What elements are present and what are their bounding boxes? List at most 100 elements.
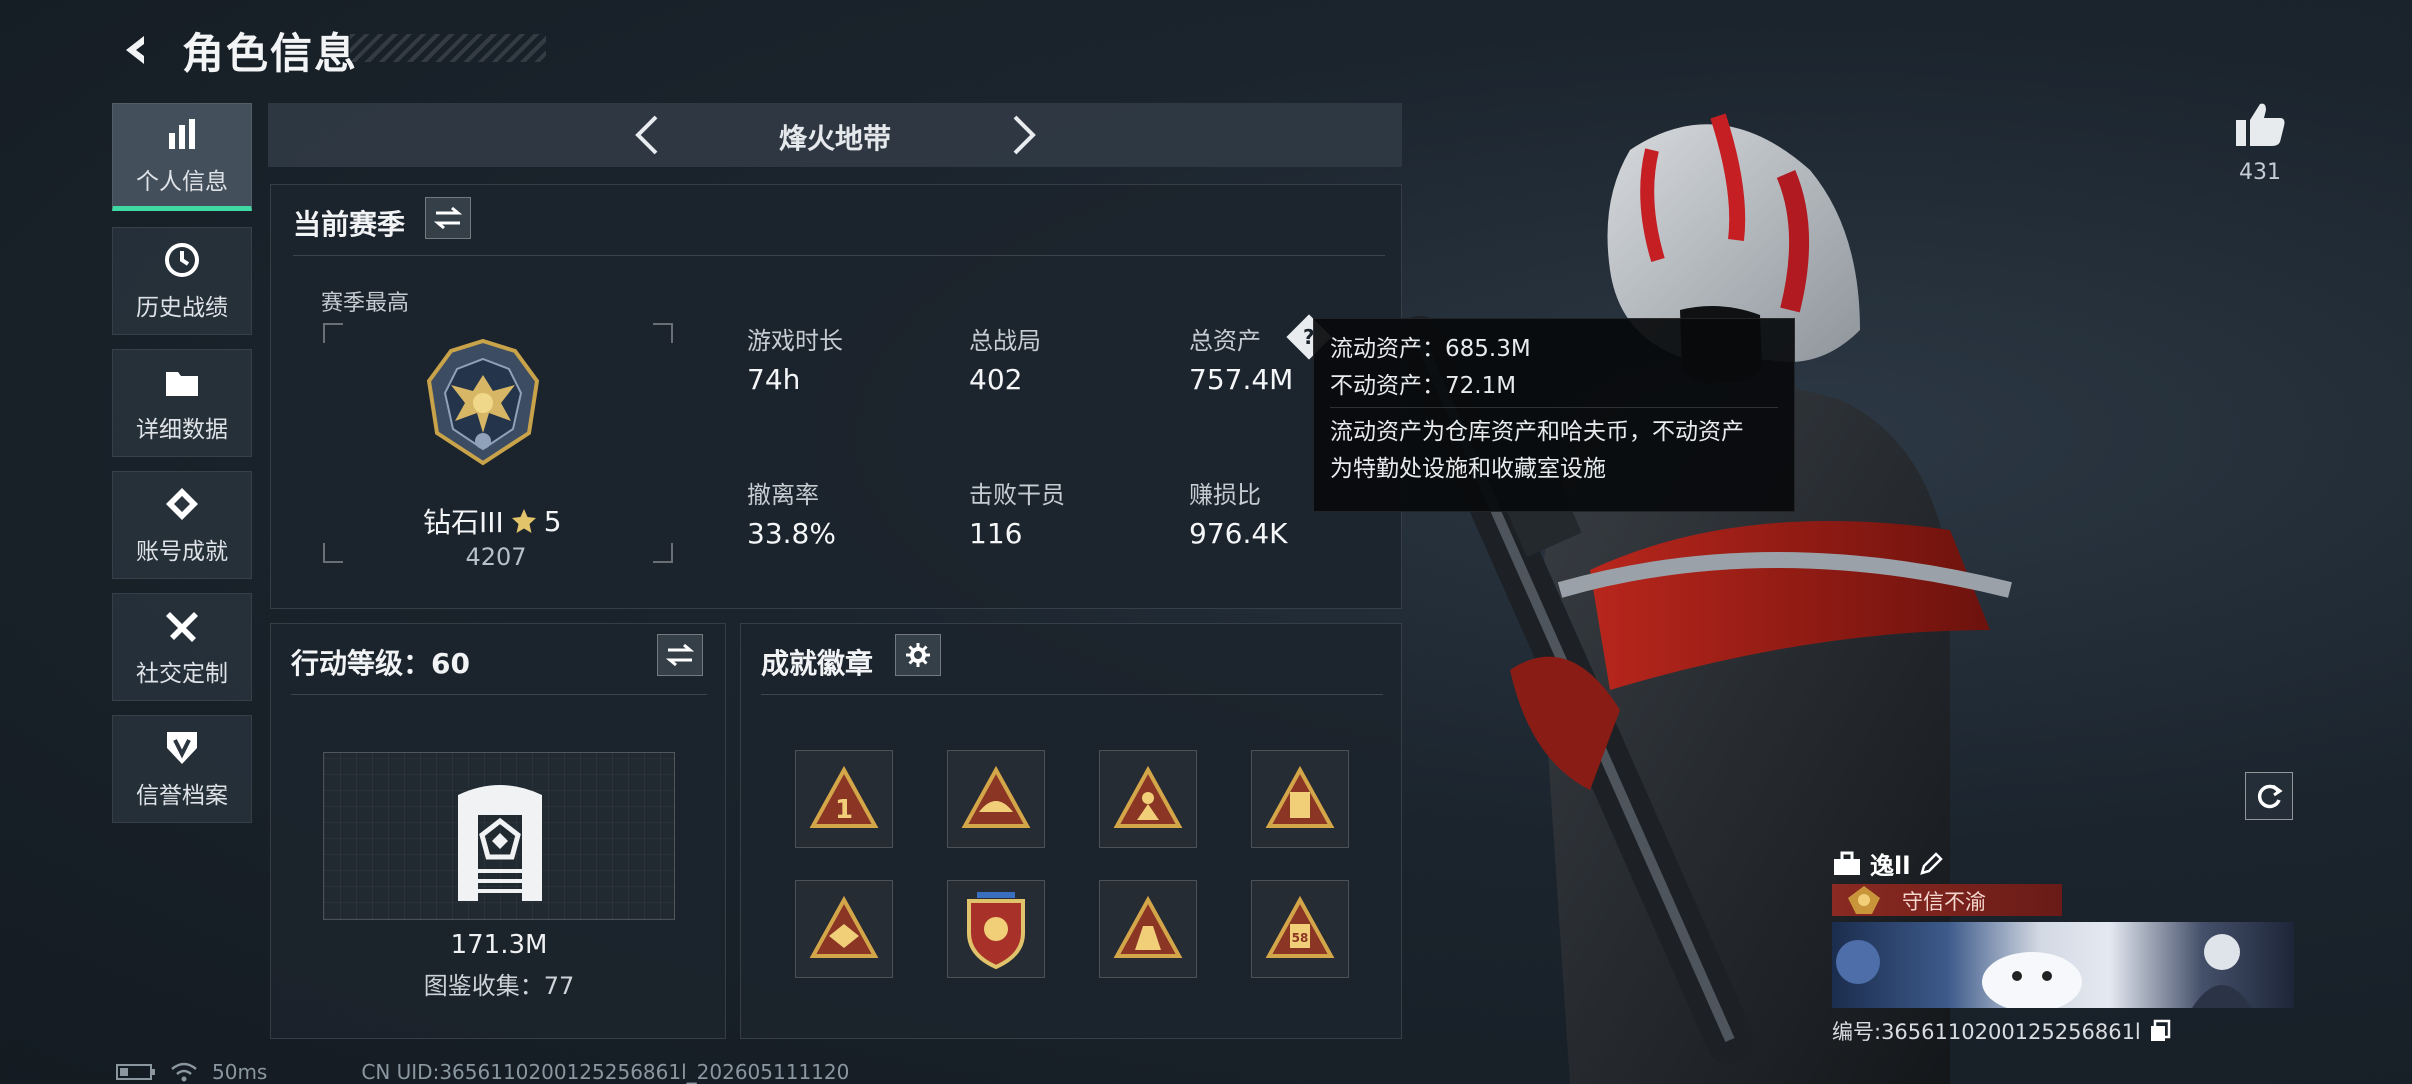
level-switch-button[interactable] <box>657 634 703 676</box>
badge-slot-1[interactable]: 1 <box>795 750 893 848</box>
stat-value-playtime: 74h <box>747 363 801 396</box>
tooltip-desc-line2: 为特勤处设施和收藏室设施 <box>1330 456 1606 482</box>
triangle-badge-icon <box>1265 766 1335 828</box>
player-card[interactable]: 逸ll 守信不渝 编号:3656110200125256861l <box>1832 840 2294 1044</box>
season-title: 当前赛季 <box>293 208 406 241</box>
sidebar-item-label: 详细数据 <box>136 417 228 443</box>
badge-slot-3[interactable] <box>1099 750 1197 848</box>
collection-card[interactable] <box>323 752 675 920</box>
badge-slot-2[interactable] <box>947 750 1045 848</box>
rank-emblem-icon <box>423 337 543 467</box>
triangle-badge-icon <box>961 766 1031 828</box>
briefcase-icon <box>1834 851 1860 875</box>
stat-label-profit-ratio: 赚损比 <box>1189 481 1261 509</box>
status-bar: 50ms CN UID:3656110200125256861l_2026051… <box>116 1060 849 1084</box>
stat-label-assets: 总资产 <box>1189 327 1261 355</box>
back-arrow-icon <box>126 36 144 64</box>
frame-corner <box>323 323 343 343</box>
star-icon <box>511 509 536 533</box>
bar-chart-icon <box>162 114 202 154</box>
shield-icon <box>162 728 202 768</box>
season-best-label: 赛季最高 <box>321 291 410 316</box>
stat-value-extract-rate: 33.8% <box>747 517 836 550</box>
badge-slot-8[interactable]: 58 <box>1251 880 1349 978</box>
triangle-badge-icon <box>809 896 879 958</box>
level-divider <box>291 694 707 695</box>
sidebar-item-label: 信誉档案 <box>136 783 228 809</box>
collection-icon <box>452 775 548 909</box>
back-button[interactable] <box>112 24 164 76</box>
ping-value: 50ms <box>212 1060 268 1084</box>
level-title: 行动等级：60 <box>291 647 470 680</box>
card-name-row: 逸ll <box>1832 846 1944 881</box>
frame-corner <box>653 543 673 563</box>
season-divider <box>293 255 1385 256</box>
sidebar-item-social-custom[interactable]: 社交定制 <box>112 593 252 701</box>
frame-corner <box>653 323 673 343</box>
badge-slot-7[interactable] <box>1099 880 1197 978</box>
card-title: 守信不渝 <box>1902 890 1986 914</box>
chevron-right-icon <box>1013 115 1036 155</box>
refresh-button[interactable] <box>2245 772 2293 820</box>
folder-icon <box>162 362 202 402</box>
stat-value-kills: 116 <box>969 517 1023 550</box>
badge-settings-button[interactable] <box>895 634 941 676</box>
tooltip-divider <box>1330 407 1778 408</box>
copy-icon[interactable] <box>2149 1019 2171 1043</box>
stat-label-matches: 总战局 <box>969 327 1041 355</box>
sidebar-item-label: 个人信息 <box>136 169 228 195</box>
badge-title: 成就徽章 <box>761 647 874 680</box>
badge-slot-4[interactable] <box>1251 750 1349 848</box>
mode-selector: 烽火地带 <box>268 103 1402 167</box>
season-panel: 当前赛季 赛季最高 钻石III 5 4207 游戏时长 74h 总战局 402 … <box>270 184 1402 609</box>
sidebar-item-history[interactable]: 历史战绩 <box>112 227 252 335</box>
swap-icon <box>666 644 694 666</box>
thumbs-up-icon <box>2236 103 2285 146</box>
rank-display: 钻石III 5 <box>423 501 573 541</box>
frame-corner <box>323 543 343 563</box>
history-icon <box>162 240 202 280</box>
card-banner-image <box>1832 922 2294 1012</box>
triangle-badge-icon <box>1113 766 1183 828</box>
triangle-badge-icon: 58 <box>1265 896 1335 958</box>
rank-stars: 5 <box>543 504 562 538</box>
card-uid-row: 编号:3656110200125256861l <box>1832 1016 2171 1046</box>
collection-count: 图鉴收集：77 <box>423 972 575 1000</box>
badge-slot-5[interactable] <box>795 880 893 978</box>
collection-value: 171.3M <box>450 930 548 960</box>
sidebar-item-personal-info[interactable]: 个人信息 <box>112 103 252 211</box>
swap-icon <box>434 207 462 229</box>
sidebar-item-achievements[interactable]: 账号成就 <box>112 471 252 579</box>
achievement-icon <box>162 484 202 524</box>
tools-icon <box>162 606 202 646</box>
next-mode-button[interactable] <box>1003 113 1043 157</box>
rank-name: 钻石III <box>423 506 504 539</box>
sidebar-item-reputation[interactable]: 信誉档案 <box>112 715 252 823</box>
like-count: 431 <box>2239 160 2281 185</box>
stat-value-profit-ratio: 976.4K <box>1189 517 1288 550</box>
tooltip-liquid-assets: 流动资产：685.3M <box>1330 336 1531 362</box>
refresh-icon <box>2257 784 2283 809</box>
svg-text:1: 1 <box>835 795 853 825</box>
season-switch-button[interactable] <box>425 197 471 239</box>
sidebar-item-detail-data[interactable]: 详细数据 <box>112 349 252 457</box>
card-uid: 编号:3656110200125256861l <box>1832 1020 2141 1044</box>
like-button[interactable] <box>2232 100 2288 150</box>
tooltip-fixed-assets: 不动资产：72.1M <box>1330 373 1517 399</box>
uid-text: CN UID:3656110200125256861l_202605111120 <box>361 1060 850 1084</box>
edit-icon[interactable] <box>1918 851 1944 877</box>
stat-value-assets: 757.4M <box>1189 363 1294 396</box>
stat-label-extract-rate: 撤离率 <box>747 481 819 509</box>
wifi-icon <box>171 1062 197 1082</box>
card-player-name: 逸ll <box>1870 852 1911 880</box>
assets-tooltip: 流动资产：685.3M 不动资产：72.1M 流动资产为仓库资产和哈夫币，不动资… <box>1313 318 1795 512</box>
gear-icon <box>906 643 930 667</box>
reputation-medal-icon <box>1846 884 1882 920</box>
stat-value-matches: 402 <box>969 363 1023 396</box>
tooltip-desc-line1: 流动资产为仓库资产和哈夫币，不动资产 <box>1330 419 1744 445</box>
title-decoration <box>350 34 546 62</box>
triangle-badge-icon <box>1113 896 1183 958</box>
stat-label-playtime: 游戏时长 <box>747 327 843 355</box>
badge-slot-6[interactable] <box>947 880 1045 978</box>
mode-name: 烽火地带 <box>778 122 891 155</box>
